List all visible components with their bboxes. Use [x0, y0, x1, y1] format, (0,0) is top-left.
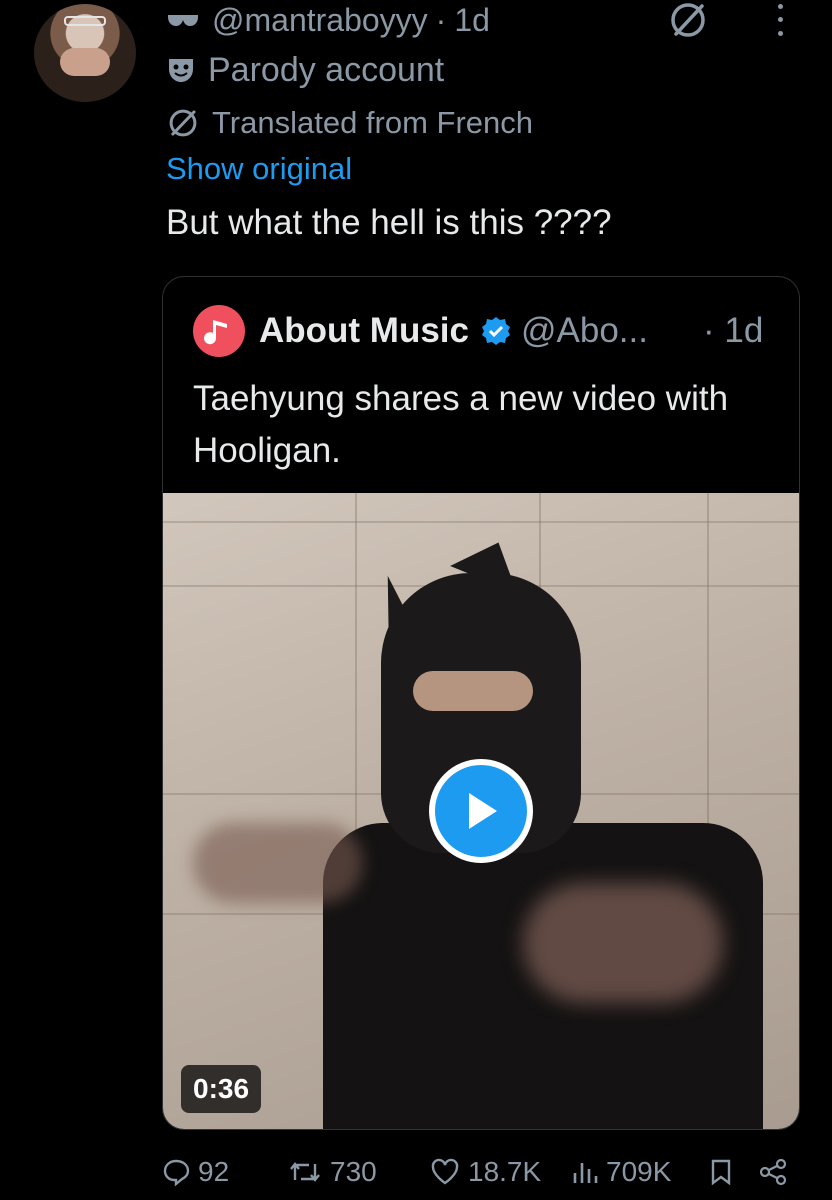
- view-count: 709K: [606, 1156, 672, 1187]
- more-options-icon[interactable]: [772, 0, 788, 40]
- translation-note: Translated from French: [166, 104, 533, 142]
- share-button[interactable]: [758, 1150, 796, 1194]
- parody-label-text: Parody account: [208, 50, 445, 89]
- reply-icon: [163, 1159, 190, 1186]
- video-player[interactable]: 0:36: [163, 493, 799, 1129]
- repost-icon: [290, 1162, 320, 1182]
- views-button[interactable]: 709K: [572, 1150, 671, 1194]
- author-avatar[interactable]: [34, 4, 136, 102]
- reply-button[interactable]: 92: [162, 1150, 229, 1194]
- quote-time[interactable]: · 1d: [703, 305, 763, 357]
- wall-seam: [163, 521, 799, 523]
- video-figure-face: [413, 671, 533, 711]
- show-original-link[interactable]: Show original: [166, 150, 352, 188]
- tweet-header: @mantraboyyy · 1d: [166, 0, 490, 40]
- quote-author-avatar[interactable]: [193, 305, 245, 357]
- like-count: 18.7K: [468, 1156, 542, 1187]
- tweet-time[interactable]: 1d: [454, 2, 490, 39]
- sunglasses-icon: [166, 11, 200, 29]
- parody-label: Parody account: [166, 50, 444, 90]
- quoted-tweet[interactable]: About Music @Abo... · 1d Taehyung shares…: [162, 276, 800, 1130]
- quote-author-handle[interactable]: @Abo...: [521, 311, 648, 351]
- video-duration: 0:36: [181, 1065, 262, 1113]
- video-blur-hand: [193, 823, 363, 903]
- heart-icon: [431, 1158, 459, 1185]
- avatar-hand: [60, 48, 110, 76]
- play-button[interactable]: [429, 759, 533, 863]
- share-icon: [759, 1158, 787, 1186]
- translation-note-text: Translated from French: [212, 105, 534, 140]
- translate-icon[interactable]: [668, 0, 708, 45]
- views-icon: [573, 1163, 598, 1183]
- quote-author-name[interactable]: About Music: [259, 311, 469, 351]
- bookmark-icon: [711, 1159, 731, 1186]
- bookmark-button[interactable]: [710, 1150, 740, 1194]
- header-separator: ·: [435, 1, 447, 38]
- verified-badge-icon: [481, 316, 511, 346]
- parody-mask-icon: [166, 55, 196, 85]
- video-blur-hand: [523, 883, 723, 1003]
- play-icon: [469, 793, 497, 829]
- music-note-icon: [204, 316, 227, 345]
- avatar-glasses: [64, 16, 106, 26]
- quote-text: Taehyung shares a new video with Hooliga…: [193, 379, 729, 470]
- like-button[interactable]: 18.7K: [430, 1150, 541, 1194]
- author-handle[interactable]: @mantraboyyy: [212, 2, 428, 39]
- repost-count: 730: [330, 1156, 377, 1187]
- repost-button[interactable]: 730: [288, 1150, 377, 1194]
- tweet-actions: 92 730 18.7K 709K: [162, 1150, 802, 1194]
- reply-count: 92: [198, 1156, 230, 1187]
- translate-icon: [166, 106, 200, 140]
- tweet-text: But what the hell is this ????: [166, 203, 612, 242]
- quoted-tweet-header: About Music @Abo...: [193, 305, 648, 357]
